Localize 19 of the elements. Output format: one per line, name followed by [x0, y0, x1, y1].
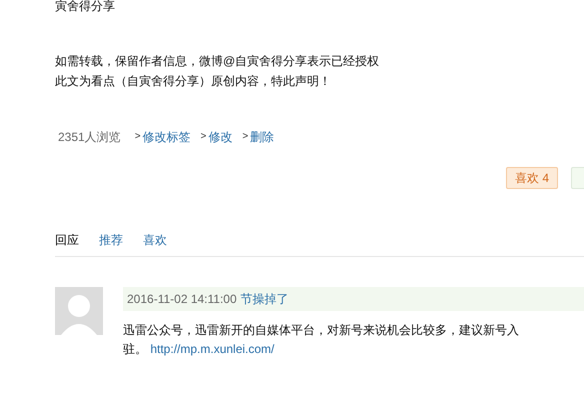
notice-text: 如需转载，保留作者信息，微博@自寅舍得分享表示已经授权: [55, 53, 380, 69]
chevron-icon: >: [134, 129, 141, 145]
author-line: 寅舍得分享: [55, 0, 116, 13]
chevron-icon: >: [242, 129, 248, 145]
like-button[interactable]: 喜欢 4: [506, 167, 558, 189]
comment-time: 2016-11-02 14:11:00: [127, 291, 237, 308]
author-link[interactable]: 节操掉了: [240, 290, 289, 308]
avatar-placeholder: [55, 287, 103, 335]
tab[interactable]: 推荐: [99, 232, 123, 248]
view-count: 2351人浏览: [58, 129, 121, 145]
comment-text: 迅雷公众号，迅雷新开的自媒体平台，对新号来说机会比较多，建议新号入驻。 http://mp.m.xunlei.com/: [123, 322, 520, 358]
tab[interactable]: 回应: [55, 232, 79, 248]
notice-text: 此文为看点（自寅舍得分享）原创内容，特此声明！: [55, 73, 332, 89]
chevron-icon: >: [200, 129, 206, 145]
url-link[interactable]: http://mp.m.xunlei.com/: [150, 342, 274, 356]
action-link[interactable]: 修改: [208, 129, 232, 145]
action-link[interactable]: 删除: [250, 129, 274, 145]
action-link[interactable]: 修改标签: [142, 129, 191, 145]
tab[interactable]: 喜欢: [143, 232, 167, 248]
